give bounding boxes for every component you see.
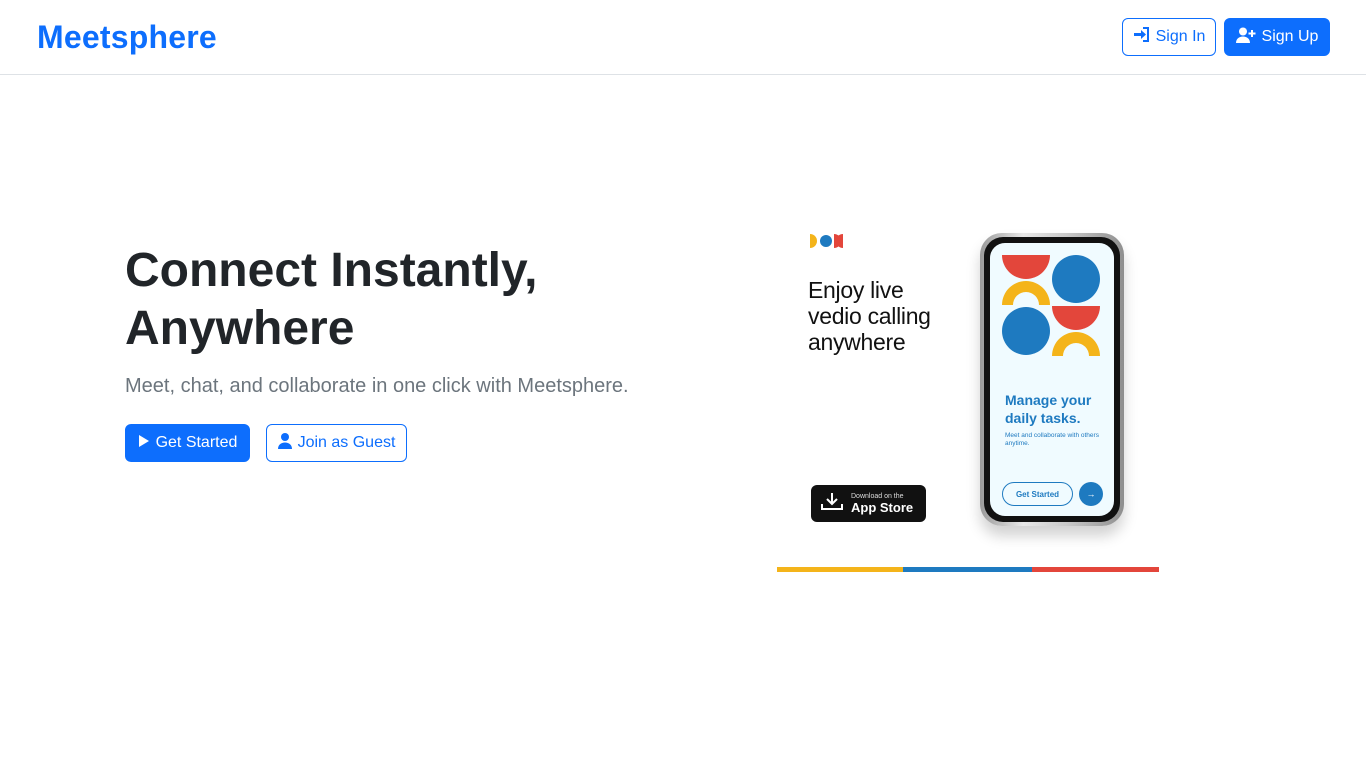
sign-in-icon <box>1133 27 1150 47</box>
hero-subtitle: Meet, chat, and collaborate in one click… <box>125 375 629 397</box>
brand-logo[interactable]: Meetsphere <box>37 19 217 56</box>
user-icon <box>277 432 292 454</box>
phone-screen: Manage your daily tasks. Meet and collab… <box>990 243 1114 516</box>
hero-title-line1: Connect Instantly, <box>125 244 538 297</box>
hero-title: Connect Instantly, Anywhere <box>125 242 685 358</box>
screen-arrow-icon: → <box>1079 482 1103 506</box>
sign-in-label: Sign In <box>1155 28 1206 45</box>
screen-get-started-button: Get Started <box>1002 482 1073 506</box>
promo-heading-line1: Enjoy live <box>808 277 904 303</box>
user-plus-icon <box>1235 27 1256 48</box>
stripe-yellow <box>777 567 903 572</box>
sign-up-button[interactable]: Sign Up <box>1224 18 1330 56</box>
download-icon <box>821 492 843 515</box>
join-as-guest-button[interactable]: Join as Guest <box>266 424 407 462</box>
app-store-text: App Store <box>851 499 914 515</box>
promo-image: Enjoy live vedio calling anywhere Downlo… <box>777 215 1159 575</box>
stripe-blue <box>903 567 1032 572</box>
navbar: Meetsphere Sign In Sign Up <box>0 0 1366 75</box>
promo-heading-line3: anywhere <box>808 329 906 355</box>
screen-title: Manage your daily tasks. <box>1005 392 1092 426</box>
hero-title-line2: Anywhere <box>125 302 355 355</box>
promo-heading-line2: vedio calling <box>808 303 931 329</box>
promo-heading: Enjoy live vedio calling anywhere <box>808 277 978 355</box>
screen-text: Meet and collaborate with others anytime… <box>1005 432 1099 447</box>
sign-in-button[interactable]: Sign In <box>1122 18 1216 56</box>
play-icon <box>138 434 150 453</box>
sign-up-label: Sign Up <box>1261 28 1319 45</box>
join-as-guest-label: Join as Guest <box>297 434 396 451</box>
app-store-badge: Download on the App Store <box>811 485 926 522</box>
get-started-label: Get Started <box>155 434 238 451</box>
shapes-illustration <box>1002 255 1100 356</box>
stripe-red <box>1032 567 1159 572</box>
app-logo-icon <box>810 233 844 254</box>
get-started-button[interactable]: Get Started <box>125 424 250 462</box>
phone-mockup: Manage your daily tasks. Meet and collab… <box>980 233 1124 526</box>
